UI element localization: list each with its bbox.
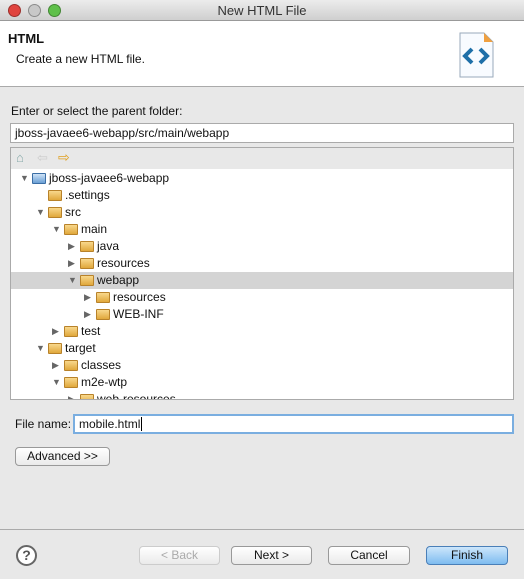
back-arrow-icon[interactable]: ⇦	[37, 150, 48, 166]
page-description: Create a new HTML file.	[16, 52, 145, 66]
tree-item-label: jboss-javaee6-webapp	[49, 171, 170, 185]
minimize-window-button[interactable]	[28, 4, 41, 17]
tree-item-label: test	[81, 324, 101, 338]
folder-icon	[64, 224, 78, 235]
tree-item-label: java	[97, 239, 120, 253]
tree-item-label: classes	[81, 358, 122, 372]
folder-icon	[80, 258, 94, 269]
folder-icon	[64, 377, 78, 388]
folder-icon	[48, 207, 62, 218]
tree-item[interactable]: ▶ web-resources	[11, 391, 513, 400]
tree-item-label: web-resources	[97, 392, 176, 400]
back-button[interactable]: < Back	[139, 546, 220, 565]
home-icon[interactable]: ⌂	[16, 150, 24, 165]
tree-item-label: target	[65, 341, 96, 355]
folder-tree[interactable]: ⌂ ⇦ ⇨ ▼ jboss-javaee6-webapp .settings ▼ src…	[10, 147, 514, 400]
tree-item-label: webapp	[97, 273, 140, 287]
text-cursor	[141, 417, 143, 431]
tree-item-label: m2e-wtp	[81, 375, 128, 389]
tree-item[interactable]: ▶ resources	[11, 255, 513, 272]
expanded-arrow-icon[interactable]: ▼	[20, 170, 29, 187]
folder-icon	[96, 292, 110, 303]
parent-folder-label: Enter or select the parent folder:	[11, 104, 183, 118]
expanded-arrow-icon[interactable]: ▼	[36, 340, 45, 357]
cancel-button[interactable]: Cancel	[328, 546, 410, 565]
file-name-value: mobile.html	[79, 417, 141, 431]
folder-icon	[80, 241, 94, 252]
zoom-window-button[interactable]	[48, 4, 61, 17]
close-window-button[interactable]	[8, 4, 21, 17]
tree-item[interactable]: ▶ classes	[11, 357, 513, 374]
tree-item[interactable]: ▼ jboss-javaee6-webapp	[11, 170, 513, 187]
tree-item-label: resources	[97, 256, 150, 270]
tree-item-label: WEB-INF	[113, 307, 164, 321]
tree-item-label: .settings	[65, 188, 110, 202]
window-title: New HTML File	[217, 3, 307, 18]
tree-item[interactable]: ▶ java	[11, 238, 513, 255]
tree-item[interactable]: ▶ WEB-INF	[11, 306, 513, 323]
folder-icon	[80, 275, 94, 286]
collapsed-arrow-icon[interactable]: ▶	[68, 255, 75, 272]
collapsed-arrow-icon[interactable]: ▶	[84, 289, 91, 306]
next-button[interactable]: Next >	[231, 546, 312, 565]
file-name-input[interactable]: mobile.html	[73, 414, 514, 434]
tree-item-label: resources	[113, 290, 166, 304]
tree-item[interactable]: ▼ webapp	[11, 272, 513, 289]
tree-item[interactable]: ▼ main	[11, 221, 513, 238]
tree-item[interactable]: .settings	[11, 187, 513, 204]
page-title: HTML	[8, 31, 45, 46]
folder-icon	[48, 343, 62, 354]
project-icon	[32, 173, 46, 184]
folder-icon	[64, 326, 78, 337]
expanded-arrow-icon[interactable]: ▼	[52, 221, 61, 238]
tree-item[interactable]: ▶ resources	[11, 289, 513, 306]
folder-icon	[80, 394, 94, 399]
forward-arrow-icon[interactable]: ⇨	[58, 149, 70, 166]
collapsed-arrow-icon[interactable]: ▶	[52, 323, 59, 340]
title-bar: New HTML File	[0, 0, 524, 21]
collapsed-arrow-icon[interactable]: ▶	[52, 357, 59, 374]
html-file-icon	[459, 32, 494, 78]
tree-item-label: src	[65, 205, 81, 219]
tree-item[interactable]: ▼ src	[11, 204, 513, 221]
tree-item[interactable]: ▶ test	[11, 323, 513, 340]
folder-icon	[64, 360, 78, 371]
help-icon[interactable]: ?	[16, 545, 37, 566]
tree-item-label: main	[81, 222, 108, 236]
collapsed-arrow-icon[interactable]: ▶	[84, 306, 91, 323]
collapsed-arrow-icon[interactable]: ▶	[68, 238, 75, 255]
advanced-button[interactable]: Advanced >>	[15, 447, 110, 466]
tree-toolbar: ⌂ ⇦ ⇨	[11, 148, 513, 169]
folder-icon	[48, 190, 62, 201]
file-name-label: File name:	[15, 417, 72, 431]
tree-item[interactable]: ▼ m2e-wtp	[11, 374, 513, 391]
tree-item[interactable]: ▼ target	[11, 340, 513, 357]
expanded-arrow-icon[interactable]: ▼	[52, 374, 61, 391]
expanded-arrow-icon[interactable]: ▼	[68, 272, 77, 289]
expanded-arrow-icon[interactable]: ▼	[36, 204, 45, 221]
finish-button[interactable]: Finish	[426, 546, 508, 565]
footer-divider	[0, 529, 524, 530]
parent-folder-input[interactable]: jboss-javaee6-webapp/src/main/webapp	[10, 123, 514, 143]
folder-icon	[96, 309, 110, 320]
collapsed-arrow-icon[interactable]: ▶	[68, 391, 75, 399]
wizard-header: HTML Create a new HTML file.	[0, 21, 524, 87]
